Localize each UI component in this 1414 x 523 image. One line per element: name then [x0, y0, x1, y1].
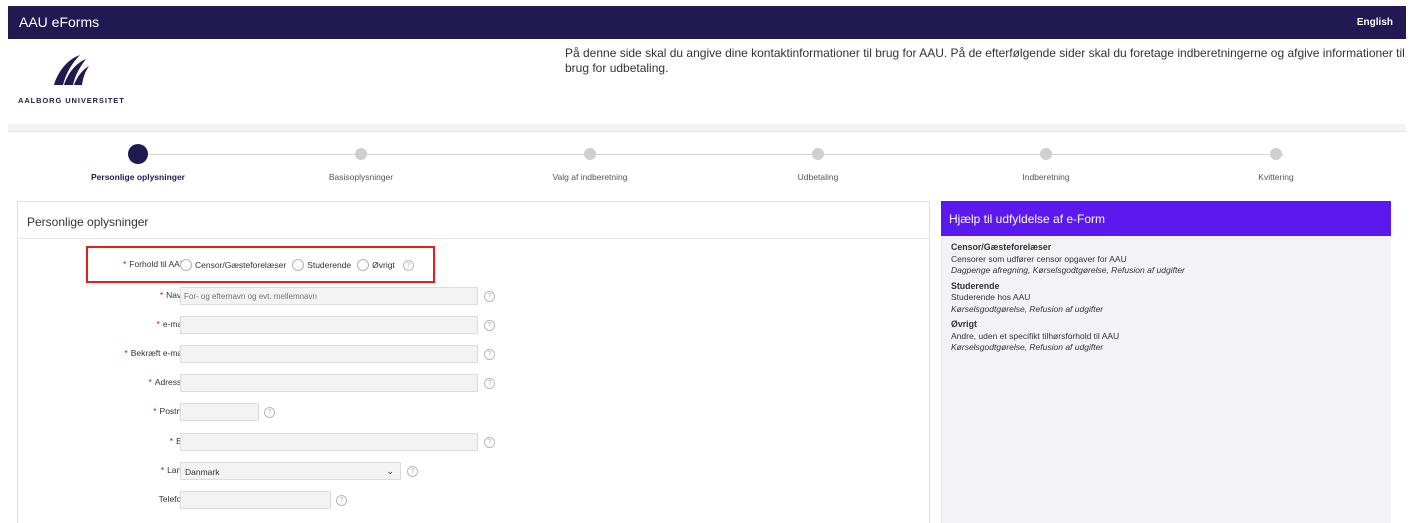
name-row: *Navn ? [18, 286, 929, 306]
top-bar: AAU eForms English [8, 6, 1406, 39]
email-row: * e-mail ? [18, 315, 929, 335]
stepper-line [138, 154, 1284, 155]
help-item-desc: Censorer som udfører censor opgaver for … [951, 253, 1127, 264]
city-row: *By ? [18, 432, 929, 452]
step-dot [584, 148, 596, 160]
help-item-other: Øvrigt Andre, uden et specifikt tilhørsf… [951, 319, 1382, 354]
country-select[interactable]: Danmark ⌄ [180, 462, 401, 480]
step-label: Kvittering [1258, 172, 1294, 182]
help-icon[interactable]: ? [264, 407, 275, 418]
step-label: Udbetaling [797, 172, 839, 182]
header-band [8, 124, 1406, 131]
confirm-email-input[interactable] [180, 345, 478, 363]
confirm-email-label: * Bekræft e-mail [124, 348, 186, 358]
step-dot [1270, 148, 1282, 160]
postal-row: * Postnr. ? [18, 402, 929, 422]
country-row: * Land Danmark ⌄ ? [18, 461, 929, 481]
name-input[interactable] [180, 287, 478, 305]
header: AALBORG UNIVERSITET På denne side skal d… [8, 39, 1406, 124]
city-input[interactable] [180, 433, 478, 451]
help-icon[interactable]: ? [484, 291, 495, 302]
help-icon[interactable]: ? [484, 437, 495, 448]
help-item-desc: Andre, uden et specifikt tilhørsforhold … [951, 330, 1120, 341]
postal-input[interactable] [180, 403, 259, 421]
confirm-email-row: * Bekræft e-mail ? [18, 344, 929, 364]
help-item-title: Øvrigt [951, 319, 977, 329]
help-item-title: Studerende [951, 280, 1000, 291]
step-label: Basisoplysninger [328, 172, 394, 182]
step-dot [812, 148, 824, 160]
step-dot [1040, 148, 1052, 160]
address-input[interactable] [180, 374, 478, 392]
help-item-desc: Studerende hos AAU [951, 292, 1031, 302]
step-label: Valg af indberetning [552, 172, 628, 182]
help-item-examples: Kørselsgodtgørelse, Refusion af udgifter [951, 303, 1104, 314]
address-row: * Adresse ? [18, 373, 929, 393]
page: AAU eForms English AALBORG UNIVERSITET P… [0, 0, 1414, 523]
help-item-title: Censor/Gæsteforelæser [951, 242, 1052, 252]
phone-row: Telefon ? [18, 490, 929, 510]
country-value: Danmark [185, 467, 220, 477]
help-panel: Hjælp til udfyldelse af e-Form Censor/Gæ… [941, 201, 1391, 523]
help-icon[interactable]: ? [407, 466, 418, 477]
help-icon[interactable]: ? [484, 320, 495, 331]
aau-logo-icon [54, 55, 89, 85]
phone-input[interactable] [180, 491, 331, 509]
step-label: Indberetning [1022, 172, 1070, 182]
language-link[interactable]: English [1357, 17, 1393, 28]
help-icon[interactable]: ? [484, 349, 495, 360]
help-item-student: Studerende Studerende hos AAU Kørselsgod… [951, 281, 1382, 316]
progress-stepper: Personlige oplysninger Basisoplysninger … [8, 136, 1406, 188]
step-dot-active [128, 144, 148, 164]
card-divider [18, 238, 929, 239]
help-item-examples: Kørselsgodtgørelse, Refusion af udgifter [951, 342, 1104, 352]
step-label: Personlige oplysninger [91, 172, 185, 182]
email-input[interactable] [180, 316, 478, 334]
step-dot [355, 148, 367, 160]
help-icon[interactable]: ? [336, 495, 347, 506]
help-item-censor: Censor/Gæsteforelæser Censorer som udfør… [951, 242, 1382, 277]
card-title: Personlige oplysninger [27, 215, 149, 229]
highlight-annotation-box [86, 246, 435, 283]
intro-text: På denne side skal du angive dine kontak… [565, 46, 1405, 75]
chevron-down-icon: ⌄ [386, 466, 394, 476]
help-panel-title: Hjælp til udfyldelse af e-Form [941, 201, 1391, 236]
header-band-divider [8, 131, 1406, 132]
logo-text: AALBORG UNIVERSITET [18, 96, 125, 105]
help-icon[interactable]: ? [484, 378, 495, 389]
help-panel-body: Censor/Gæsteforelæser Censorer som udfør… [941, 236, 1391, 523]
help-item-examples: Dagpenge afregning, Kørselsgodtgørelse, … [951, 265, 1185, 275]
app-title[interactable]: AAU eForms [19, 14, 99, 30]
